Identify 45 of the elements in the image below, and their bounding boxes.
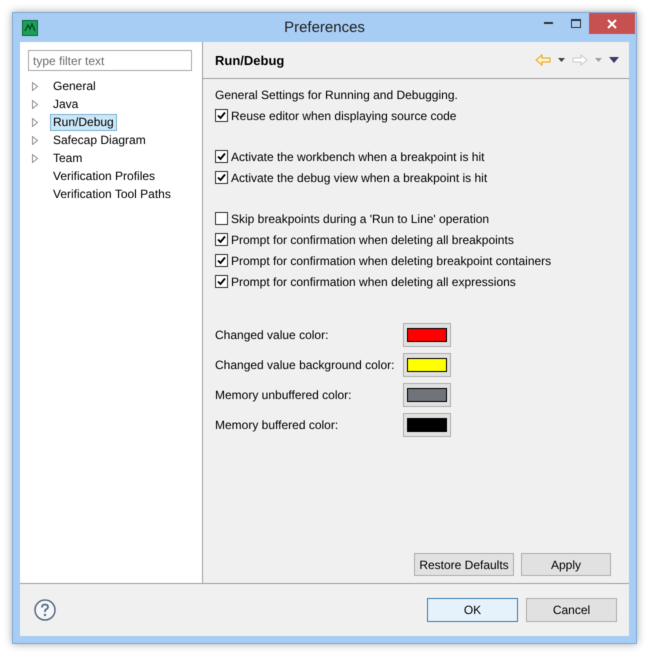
close-icon — [607, 18, 617, 28]
app-logo-icon — [22, 20, 38, 36]
checkbox-label[interactable]: Prompt for confirmation when deleting breakpoint containers — [231, 254, 552, 268]
restore-defaults-button[interactable]: Restore Defaults — [414, 553, 514, 576]
checkbox[interactable] — [215, 171, 228, 184]
checkbox-label[interactable]: Prompt for confirmation when deleting all breakpoints — [231, 232, 514, 246]
page-description: General Settings for Running and Debugging. — [215, 88, 458, 102]
color-button[interactable] — [403, 413, 451, 437]
minimize-icon — [544, 22, 553, 24]
close-button[interactable] — [589, 13, 635, 34]
color-button[interactable] — [403, 323, 451, 347]
color-label: Memory unbuffered color: — [215, 388, 353, 402]
tree-item[interactable]: Team — [50, 150, 86, 166]
checkbox-label[interactable]: Prompt for confirmation when deleting all expressions — [231, 274, 516, 288]
tree-item[interactable]: Verification Tool Paths — [50, 186, 174, 202]
color-label: Changed value color: — [215, 328, 330, 342]
checkbox[interactable] — [215, 150, 228, 163]
tree-item[interactable]: Verification Profiles — [50, 168, 158, 184]
ok-button[interactable]: OK — [427, 598, 518, 622]
color-button[interactable] — [403, 353, 451, 377]
tree-item[interactable]: Java — [50, 96, 82, 112]
checkbox-label[interactable]: Skip breakpoints during a 'Run to Line' operation — [231, 212, 490, 226]
view-menu-icon[interactable] — [609, 57, 619, 63]
tree-item[interactable]: General — [50, 78, 99, 94]
filter-field[interactable]: type filter text — [28, 50, 192, 71]
window-title: Preferences — [284, 19, 365, 36]
checkbox[interactable] — [215, 254, 228, 267]
color-button[interactable] — [403, 383, 451, 407]
tree-item[interactable]: Safecap Diagram — [50, 132, 149, 148]
color-label: Changed value background color: — [215, 358, 396, 372]
checkbox[interactable] — [215, 233, 228, 246]
maximize-icon — [570, 18, 580, 28]
color-label: Memory buffered color: — [215, 418, 340, 432]
cancel-button[interactable]: Cancel — [526, 598, 617, 622]
page-title: Run/Debug — [215, 52, 286, 68]
checkbox[interactable] — [215, 275, 228, 288]
apply-button[interactable]: Apply — [521, 553, 611, 576]
dropdown-icon[interactable] — [558, 58, 565, 62]
checkbox-label[interactable]: Reuse editor when displaying source code — [231, 108, 456, 122]
checkbox-label[interactable]: Activate the debug view when a breakpoint is hit — [231, 170, 488, 184]
tree-item[interactable]: Run/Debug — [50, 114, 117, 130]
checkbox-label[interactable]: Activate the workbench when a breakpoint is hit — [231, 150, 484, 164]
checkbox[interactable] — [215, 109, 228, 122]
help-icon[interactable] — [34, 599, 56, 621]
checkbox[interactable] — [215, 212, 228, 225]
